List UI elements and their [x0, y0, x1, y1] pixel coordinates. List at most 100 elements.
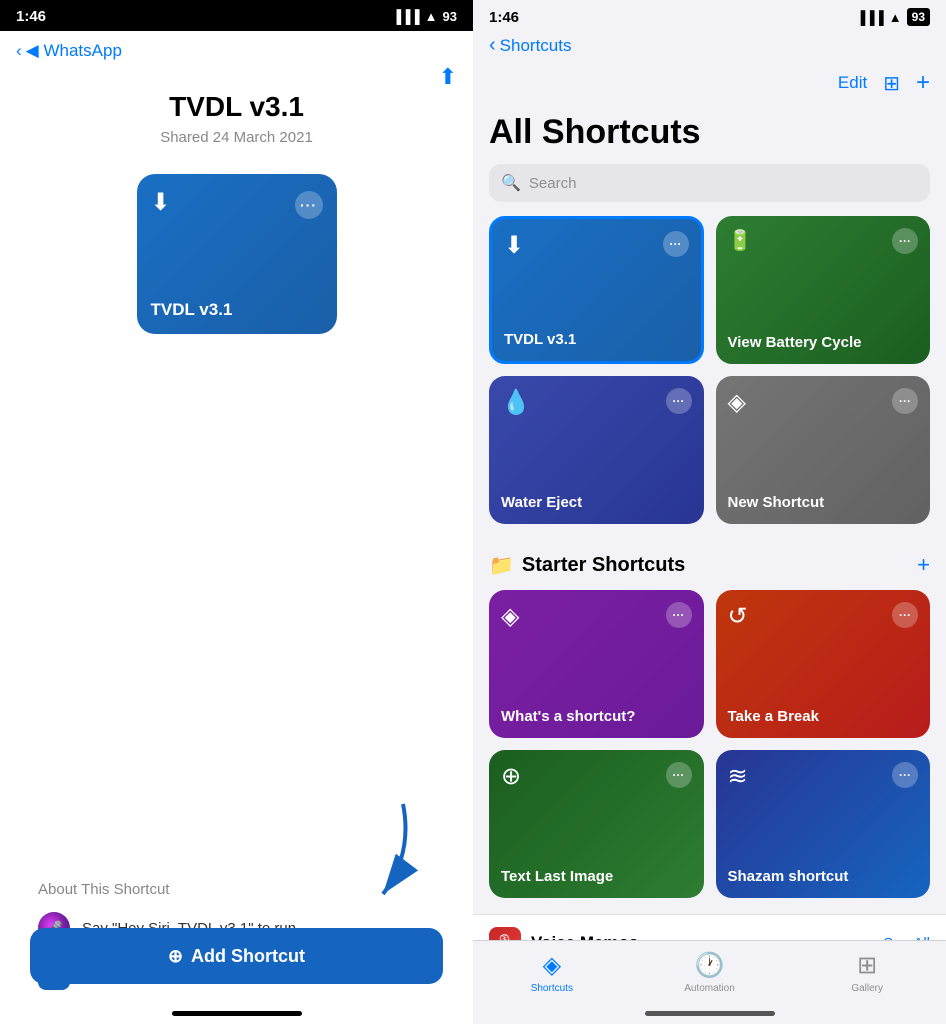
tile-top-text-image: ⊕ ···	[501, 762, 692, 791]
app-title: TVDL v3.1	[169, 91, 304, 123]
status-bar-left: 1:46 ▐▐▐ ▲ 93	[0, 0, 473, 31]
section-add-button[interactable]: +	[917, 552, 930, 578]
back-link-right[interactable]: ‹ Shortcuts	[489, 34, 930, 57]
back-bar-right: ‹ Shortcuts	[473, 32, 946, 63]
tile-top-tvdl: ⬇ ···	[504, 231, 689, 260]
voice-memos-title: Voice Memos	[531, 933, 638, 940]
tile-label-tvdl: TVDL v3.1	[504, 330, 689, 350]
shortcut-tile-new[interactable]: ◈ ··· New Shortcut	[716, 376, 931, 524]
right-panel: 1:46 ▐▐▐ ▲ 93 ‹ Shortcuts Edit ⊞ + All S…	[473, 0, 946, 1024]
three-dots-card[interactable]: ···	[295, 191, 323, 219]
home-indicator-left	[172, 1011, 302, 1016]
voice-memos-icon: 🎙	[489, 927, 521, 940]
wifi-icon: ▲	[425, 9, 438, 24]
about-title: About This Shortcut	[38, 881, 435, 898]
chevron-left-icon-right: ‹	[489, 34, 496, 57]
section-header-left: 📁 Starter Shortcuts	[489, 553, 685, 578]
status-bar-right: 1:46 ▐▐▐ ▲ 93	[473, 0, 946, 32]
tile-icon-whats: ◈	[501, 602, 519, 631]
shortcut-tile-tvdl[interactable]: ⬇ ··· TVDL v3.1	[489, 216, 704, 364]
three-dots-whats[interactable]: ···	[666, 602, 692, 628]
tile-icon-tvdl: ⬇	[504, 231, 524, 260]
signal-icon-right: ▐▐▐	[856, 10, 884, 25]
tab-gallery[interactable]: ⊞ Gallery	[788, 951, 946, 994]
home-indicator-right	[645, 1011, 775, 1016]
tile-top-new: ◈ ···	[728, 388, 919, 417]
tab-automation[interactable]: 🕐 Automation	[631, 951, 789, 994]
tile-label-break: Take a Break	[728, 707, 919, 727]
shortcut-tile-shazam[interactable]: ≋ ··· Shazam shortcut	[716, 750, 931, 898]
three-dots-water[interactable]: ···	[666, 388, 692, 414]
status-icons-right: ▐▐▐ ▲ 93	[856, 8, 930, 26]
battery-left: 93	[443, 9, 457, 24]
share-icon-top: ⬆	[439, 64, 457, 89]
nav-right-icons: Edit ⊞ +	[838, 69, 930, 97]
starter-section-title: Starter Shortcuts	[522, 554, 685, 577]
time-right: 1:46	[489, 9, 519, 26]
share-button-top[interactable]: ⬆	[439, 64, 457, 90]
shortcut-tile-break[interactable]: ↺ ··· Take a Break	[716, 590, 931, 738]
shortcuts-tab-icon: ◈	[543, 951, 561, 980]
left-content: TVDL v3.1 Shared 24 March 2021 ⬇ ··· TVD…	[0, 71, 473, 1024]
main-scroll: All Shortcuts 🔍 Search ⬇ ··· TVDL v3.1 🔋…	[473, 105, 946, 940]
tile-icon-shazam: ≋	[728, 762, 748, 791]
tile-label-whats: What's a shortcut?	[501, 707, 692, 727]
tile-top-water: 💧 ···	[501, 388, 692, 417]
download-icon-card: ⬇	[151, 188, 185, 222]
tile-icon-break: ↺	[728, 602, 748, 631]
tab-shortcuts[interactable]: ◈ Shortcuts	[473, 951, 631, 994]
back-link-left[interactable]: ‹ ◀ WhatsApp	[16, 41, 457, 61]
tile-icon-new: ◈	[728, 388, 746, 417]
voice-memos-section: 🎙 Voice Memos See All	[473, 914, 946, 940]
tile-top-whats: ◈ ···	[501, 602, 692, 631]
nav-bar: Edit ⊞ +	[473, 63, 946, 105]
three-dots-shazam[interactable]: ···	[892, 762, 918, 788]
edit-button[interactable]: Edit	[838, 73, 867, 93]
page-title: All Shortcuts	[473, 105, 946, 164]
search-bar[interactable]: 🔍 Search	[489, 164, 930, 202]
starter-grid: ◈ ··· What's a shortcut? ↺ ··· Take a Br…	[473, 590, 946, 898]
three-dots-text-image[interactable]: ···	[666, 762, 692, 788]
back-bar-left: ‹ ◀ WhatsApp	[0, 31, 473, 71]
shortcuts-grid: ⬇ ··· TVDL v3.1 🔋 ··· View Battery Cycle…	[473, 216, 946, 524]
tile-label-water: Water Eject	[501, 493, 692, 513]
tile-label-text-image: Text Last Image	[501, 867, 692, 887]
chevron-left-icon: ‹	[16, 41, 22, 61]
gallery-tab-icon: ⊞	[857, 951, 877, 980]
back-label-left: ◀ WhatsApp	[26, 41, 122, 61]
tile-icon-water: 💧	[501, 388, 531, 417]
three-dots-tvdl[interactable]: ···	[663, 231, 689, 257]
starter-shortcuts-header: 📁 Starter Shortcuts +	[473, 544, 946, 590]
back-label-right: Shortcuts	[500, 36, 572, 56]
gallery-tab-label: Gallery	[851, 983, 883, 994]
shortcuts-tab-label: Shortcuts	[531, 983, 573, 994]
three-dots-new[interactable]: ···	[892, 388, 918, 414]
automation-tab-label: Automation	[684, 983, 735, 994]
add-icon: ⊕	[168, 946, 183, 967]
three-dots-break[interactable]: ···	[892, 602, 918, 628]
wifi-icon-right: ▲	[889, 10, 902, 25]
time-left: 1:46	[16, 8, 46, 25]
grid-icon[interactable]: ⊞	[883, 71, 900, 96]
add-label: Add Shortcut	[191, 946, 305, 967]
shortcut-tile-battery[interactable]: 🔋 ··· View Battery Cycle	[716, 216, 931, 364]
card-top-row: ⬇ ···	[151, 188, 323, 222]
tile-top-shazam: ≋ ···	[728, 762, 919, 791]
battery-right: 93	[907, 8, 930, 26]
search-icon: 🔍	[501, 173, 521, 193]
signal-icon: ▐▐▐	[392, 9, 420, 24]
shortcut-tile-water[interactable]: 💧 ··· Water Eject	[489, 376, 704, 524]
app-date: Shared 24 March 2021	[160, 129, 313, 146]
shortcut-card-large[interactable]: ⬇ ··· TVDL v3.1	[137, 174, 337, 334]
add-shortcut-button[interactable]: ⊕ Add Shortcut	[30, 928, 443, 984]
add-icon-nav[interactable]: +	[916, 69, 930, 97]
shortcut-tile-text-image[interactable]: ⊕ ··· Text Last Image	[489, 750, 704, 898]
folder-icon: 📁	[489, 553, 514, 578]
shortcut-tile-whats[interactable]: ◈ ··· What's a shortcut?	[489, 590, 704, 738]
tile-icon-battery: 🔋	[728, 228, 753, 253]
three-dots-battery[interactable]: ···	[892, 228, 918, 254]
tile-top-break: ↺ ···	[728, 602, 919, 631]
status-icons-left: ▐▐▐ ▲ 93	[392, 9, 457, 24]
automation-tab-icon: 🕐	[695, 951, 725, 980]
voice-memos-left: 🎙 Voice Memos	[489, 927, 638, 940]
